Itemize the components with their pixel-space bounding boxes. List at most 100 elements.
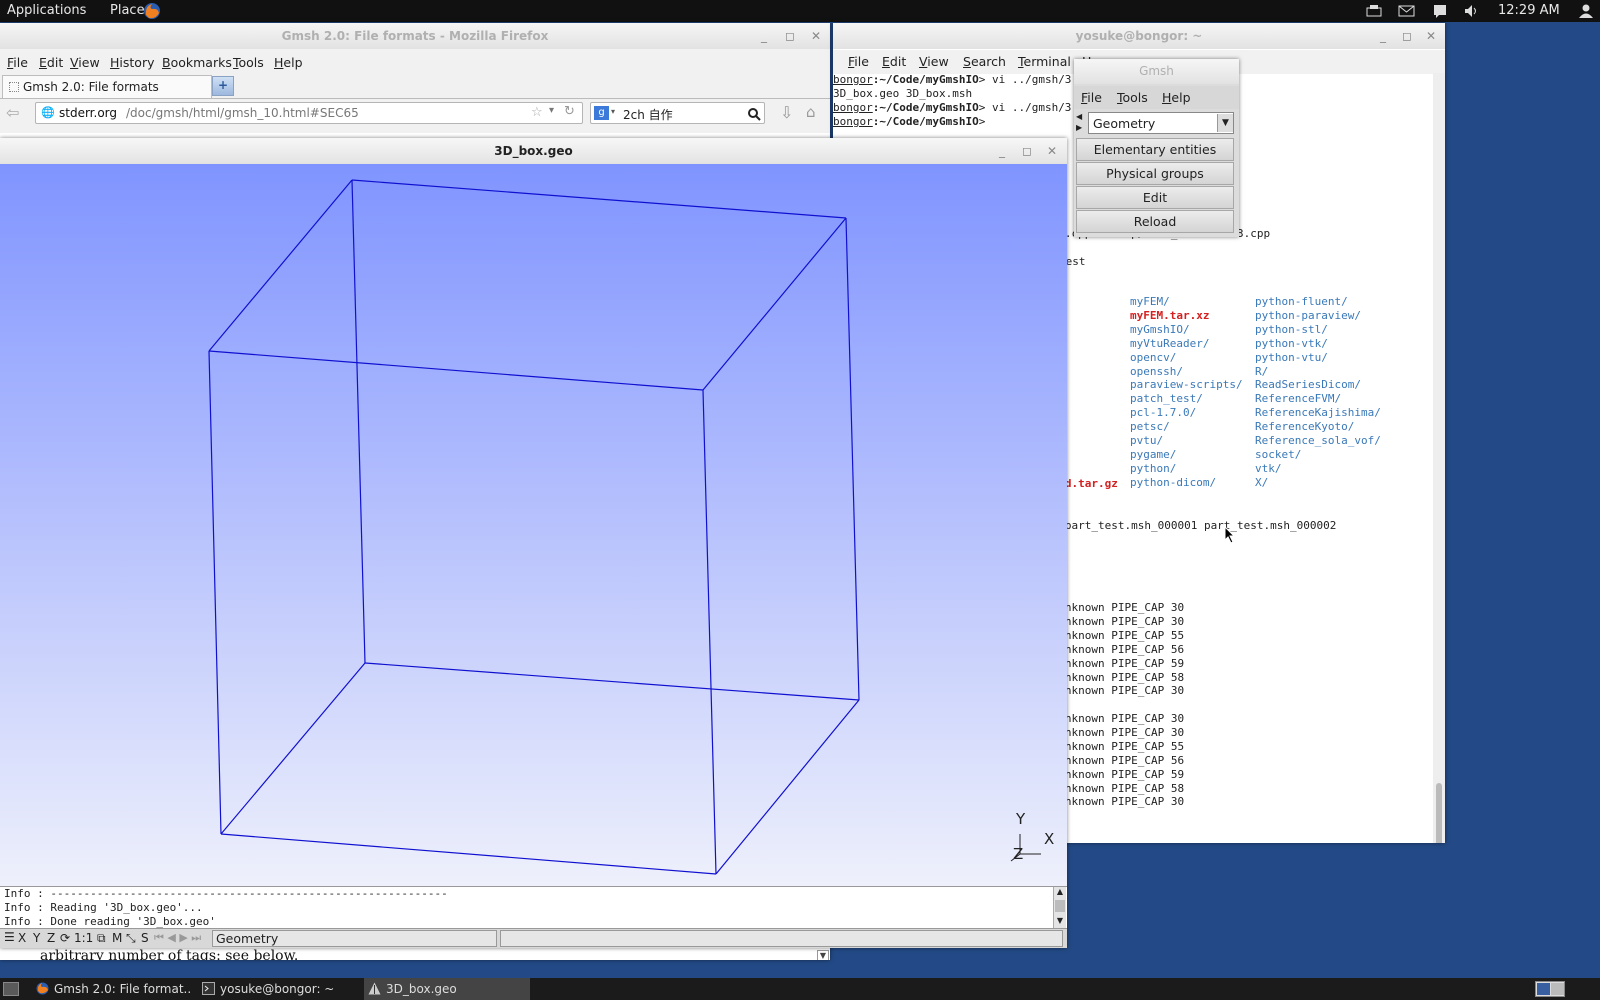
gmsh-menubar: File Tools Help	[1074, 86, 1239, 109]
log-scrollbar[interactable]: ▲ ▼	[1053, 887, 1066, 929]
mouse-cursor-icon	[1224, 526, 1236, 544]
menu-history[interactable]: History	[110, 55, 154, 70]
menu-edit[interactable]: Edit	[39, 55, 63, 70]
page-scroll-down-icon[interactable]: ▼	[817, 950, 829, 960]
workspace-1[interactable]	[1537, 983, 1550, 995]
firefox-tab[interactable]: Gmsh 2.0: File formats	[2, 75, 212, 98]
gmsh-minimize-button[interactable]: _	[990, 138, 1014, 164]
gmsh-menu-tools[interactable]: Tools	[1117, 90, 1148, 105]
view-x-button[interactable]: X	[18, 931, 26, 945]
menu-tools[interactable]: Tools	[233, 55, 264, 70]
chat-icon[interactable]	[1432, 3, 1448, 19]
search-box[interactable]: g ▾ 2ch 自作	[590, 102, 765, 124]
terminal-menu-search[interactable]: Search	[963, 54, 1006, 69]
ls-entry: myFEM/	[1130, 295, 1170, 308]
firefox-close-button[interactable]: ✕	[804, 23, 828, 49]
projection-icon[interactable]: ⧉	[97, 931, 106, 946]
terminal-maximize-button[interactable]: ◻	[1395, 23, 1419, 49]
terminal-menu-file[interactable]: File	[848, 54, 869, 69]
rotate-icon[interactable]: ⟳	[60, 931, 70, 945]
terminal-line: 3D_box.geo 3D_box.msh	[833, 87, 973, 100]
terminal-menu-terminal[interactable]: Terminal	[1018, 54, 1071, 69]
url-dropdown-icon[interactable]: ▾	[549, 105, 554, 116]
search-input[interactable]: 2ch 自作	[623, 106, 673, 123]
mail-icon[interactable]	[1398, 4, 1416, 18]
reload-icon[interactable]: ↻	[564, 104, 575, 119]
menu-view[interactable]: View	[70, 55, 100, 70]
show-desktop-icon[interactable]	[3, 982, 19, 996]
terminal-minimize-button[interactable]: _	[1371, 23, 1395, 49]
ls-entry: X/	[1255, 475, 1269, 489]
log-line: Info : Reading '3D_box.geo'...	[4, 901, 203, 914]
view-z-button[interactable]: Z	[47, 931, 55, 945]
scale-one-button[interactable]: 1:1	[74, 931, 93, 945]
terminal-menu-edit[interactable]: Edit	[882, 54, 906, 69]
volume-icon[interactable]	[1463, 3, 1479, 19]
new-tab-button[interactable]: +	[212, 76, 234, 96]
ls-entry: python-dicom/	[1130, 475, 1217, 489]
back-arrow-icon[interactable]: ⇦	[6, 103, 26, 123]
firefox-launcher-icon[interactable]	[143, 2, 161, 20]
url-bar[interactable]: 🌐 stderr.org /doc/gmsh/html/gmsh_10.html…	[35, 102, 583, 124]
taskbar-item-firefox[interactable]: Gmsh 2.0: File format...	[32, 978, 192, 1000]
menu-file[interactable]: File	[7, 55, 28, 70]
firefox-title: Gmsh 2.0: File formats - Mozilla Firefox	[281, 29, 549, 43]
terminal-line: bongor:~/Code/myGmshIO>	[833, 115, 985, 128]
prompt-user: bongor	[833, 73, 873, 86]
bookmark-star-icon[interactable]: ☆	[531, 105, 543, 120]
firefox-titlebar[interactable]: Gmsh 2.0: File formats - Mozilla Firefox	[0, 23, 830, 49]
taskbar-item-terminal[interactable]: yosuke@bongor: ~	[198, 978, 358, 1000]
menu-bookmarks[interactable]: Bookmarks	[162, 55, 232, 70]
physical-groups-button[interactable]: Physical groups	[1076, 162, 1234, 185]
status-menu-icon[interactable]: ☰	[4, 930, 15, 944]
gmsh-menu-help[interactable]: Help	[1162, 90, 1191, 105]
terminal-scrollbar-thumb[interactable]	[1436, 783, 1442, 843]
ls-entry: Reference_sola_vof/	[1255, 434, 1381, 447]
network-icon[interactable]	[1366, 4, 1384, 18]
reload-button[interactable]: Reload	[1076, 210, 1234, 233]
search-engine-dropdown-icon[interactable]: ▾	[611, 107, 615, 116]
menu-help[interactable]: Help	[274, 55, 303, 70]
gmsh-maximize-button[interactable]: ◻	[1015, 138, 1039, 164]
search-engine-icon[interactable]: g	[594, 106, 609, 120]
view-y-button[interactable]: Y	[33, 931, 40, 945]
firefox-minimize-button[interactable]: _	[752, 23, 776, 49]
gmsh-menu-titlebar[interactable]: Gmsh	[1074, 59, 1239, 84]
terminal-scrollbar[interactable]	[1433, 73, 1445, 843]
workspace-switcher[interactable]	[1535, 981, 1565, 997]
log-scroll-down-icon[interactable]: ▼	[1054, 916, 1066, 925]
status-message-field	[500, 930, 1063, 947]
gmsh-menu-file[interactable]: File	[1081, 90, 1102, 105]
terminal-titlebar[interactable]: yosuke@bongor: ~	[833, 23, 1445, 49]
viewport-background	[0, 164, 1067, 886]
elementary-entities-button[interactable]: Elementary entities	[1076, 138, 1234, 161]
applications-menu[interactable]: Applications	[7, 3, 86, 18]
status-module-field: Geometry	[212, 930, 497, 947]
log-scroll-up-icon[interactable]: ▲	[1054, 887, 1066, 896]
module-prev-next-arrows[interactable]: ◀ ▶	[1076, 111, 1086, 135]
home-icon[interactable]: ⌂	[806, 103, 816, 121]
user-icon[interactable]	[1578, 3, 1594, 19]
clock[interactable]: 12:29 AM	[1498, 3, 1560, 18]
taskbar-item-gmsh[interactable]: 3D_box.geo	[364, 978, 530, 1000]
terminal-close-button[interactable]: ✕	[1419, 23, 1443, 49]
terminal-menu-view[interactable]: View	[919, 54, 949, 69]
gmsh-graphics-titlebar[interactable]: 3D_box.geo	[0, 138, 1067, 164]
taskbar-item-label: 3D_box.geo	[386, 982, 457, 996]
mouse-mode-button[interactable]: M	[112, 931, 122, 945]
ls-entry: pygame/	[1130, 447, 1177, 461]
ls-entry: python-paraview/	[1255, 308, 1361, 322]
gmsh-close-button[interactable]: ✕	[1040, 138, 1064, 164]
module-select[interactable]: Geometry ▼	[1088, 112, 1234, 134]
search-icon[interactable]	[747, 107, 761, 121]
select-icon[interactable]: ⤡	[126, 931, 136, 946]
edit-button[interactable]: Edit	[1076, 186, 1234, 209]
snapshot-button[interactable]: S	[141, 931, 149, 945]
firefox-maximize-button[interactable]: ◻	[778, 23, 802, 49]
gmsh-viewport[interactable]: Y Z X	[0, 164, 1067, 886]
workspace-2[interactable]	[1551, 983, 1564, 995]
download-icon[interactable]: ⇩	[780, 103, 793, 122]
chevron-down-icon[interactable]: ▼	[1217, 114, 1233, 132]
animation-controls[interactable]: ⏮ ◀ ▶ ⏭	[154, 931, 201, 945]
log-scrollbar-thumb[interactable]	[1055, 900, 1065, 912]
